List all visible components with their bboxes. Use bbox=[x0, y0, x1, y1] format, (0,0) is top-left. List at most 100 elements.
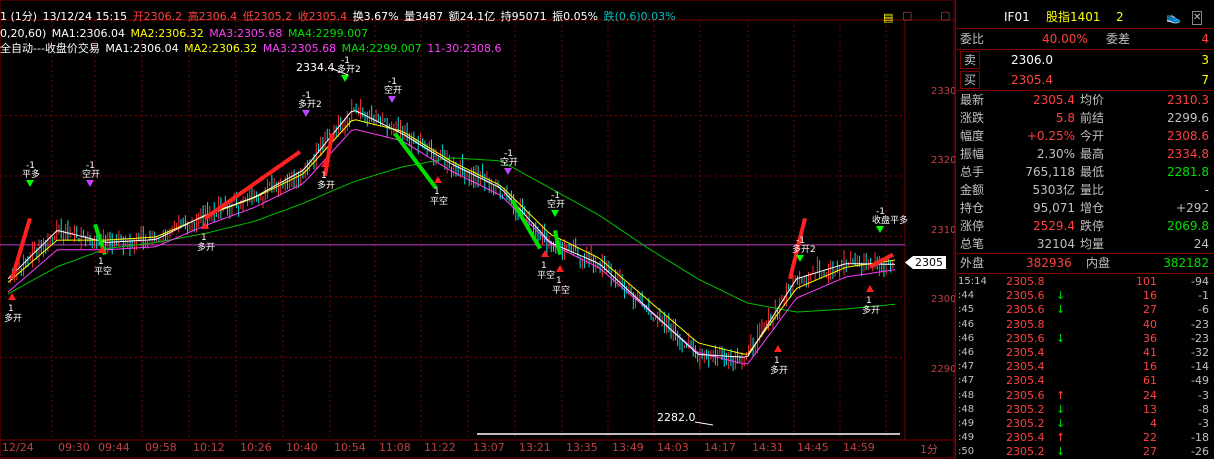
x-tick: 10:26 bbox=[240, 441, 272, 454]
signal-text: 多开 bbox=[770, 364, 788, 376]
tick-row[interactable]: :50 2305.2 ↓ 27 -26 bbox=[956, 445, 1214, 459]
shoe-icon[interactable]: 👟 bbox=[1166, 8, 1181, 26]
tick-change: -94 bbox=[1191, 275, 1209, 288]
buy-price[interactable]: 2305.4 bbox=[1011, 70, 1053, 90]
tick-change: -23 bbox=[1191, 317, 1209, 331]
signal-arrow-icon bbox=[341, 75, 349, 82]
tick-change: -14 bbox=[1191, 360, 1209, 374]
tick-row[interactable]: :49 2305.2 ↓ 4 -3 bbox=[956, 417, 1214, 431]
stat-value: +0.25% bbox=[1026, 129, 1075, 143]
notes-icon[interactable]: ▤ bbox=[883, 12, 893, 23]
signal-arrow-icon bbox=[388, 96, 396, 103]
signal-text: 多开 bbox=[317, 179, 335, 191]
maximize-icon[interactable]: ▢ bbox=[940, 10, 950, 21]
tick-time: 15:14 bbox=[958, 276, 987, 287]
tick-row[interactable]: :45 2305.6 ↓ 27 -6 bbox=[956, 303, 1214, 317]
ma2-value: MA2:2306.32 bbox=[130, 27, 204, 40]
minimize-icon[interactable]: ▢ bbox=[902, 10, 912, 21]
stat-label: 总笔 bbox=[960, 237, 985, 251]
x-tick: 14:03 bbox=[657, 441, 689, 454]
stat-value: 2069.8 bbox=[1167, 219, 1209, 233]
stats-row: 幅度 +0.25% 今开 2308.6 bbox=[956, 127, 1214, 145]
x-tick: 09:30 bbox=[58, 441, 90, 454]
stat-value: 24 bbox=[1193, 237, 1209, 251]
stat-value: 2310.3 bbox=[1167, 93, 1209, 107]
x-tick: 09:44 bbox=[98, 441, 130, 454]
signal-label: 1 bbox=[98, 257, 104, 267]
stat-label: 持仓 bbox=[960, 201, 985, 215]
tick-price: 2305.6 bbox=[1006, 388, 1045, 402]
volume-label: 量3487 bbox=[404, 10, 444, 23]
turnover-label: 换3.67% bbox=[352, 10, 399, 23]
x-tick: 11:08 bbox=[379, 441, 411, 454]
sell-price[interactable]: 2306.0 bbox=[1011, 50, 1053, 70]
tick-arrow-icon: ↓ bbox=[1056, 445, 1066, 459]
x-tick: 13:35 bbox=[566, 441, 598, 454]
weicha-label: 委差 bbox=[1106, 32, 1131, 46]
tick-row[interactable]: 15:14 2305.8 101 -94 bbox=[956, 275, 1214, 289]
stat-value: 2308.6 bbox=[1167, 129, 1209, 143]
low-leader bbox=[694, 421, 714, 426]
period-label: 1 (1分) bbox=[0, 10, 38, 23]
ma4-value-2: MA4:2299.007 bbox=[341, 42, 422, 55]
tick-change: -3 bbox=[1198, 417, 1209, 430]
tick-row[interactable]: :44 2305.6 ↓ 16 -1 bbox=[956, 289, 1214, 303]
tick-time: :46 bbox=[958, 332, 975, 344]
signal-arrow-icon bbox=[796, 255, 804, 262]
stat-value: 5303亿 bbox=[1032, 183, 1075, 197]
quote-summary-line: 1 (1分) 13/12/24 15:15 开2306.2 高2306.4 低2… bbox=[0, 10, 678, 23]
tick-price: 2305.6 bbox=[1006, 303, 1045, 317]
tick-row[interactable]: :47 2305.4 16 -14 bbox=[956, 360, 1214, 374]
instrument-code: IF01 bbox=[1004, 10, 1030, 24]
stat-label: 量比 bbox=[1080, 183, 1105, 197]
signal-arrow-icon bbox=[504, 168, 512, 175]
current-price-tag: 2305 bbox=[905, 256, 946, 269]
tick-volume: 27 bbox=[1143, 445, 1157, 459]
stat-label: 涨停 bbox=[960, 219, 985, 233]
tick-time: :44 bbox=[958, 290, 975, 302]
tick-row[interactable]: :46 2305.4 41 -32 bbox=[956, 346, 1214, 360]
signal-arrow-icon bbox=[551, 210, 559, 217]
ma2-value-2: MA2:2306.32 bbox=[184, 42, 258, 55]
tick-time: :50 bbox=[958, 446, 975, 458]
signal-arrow-icon bbox=[86, 180, 94, 187]
signal-text: 空开 bbox=[82, 168, 100, 180]
tick-row[interactable]: :49 2305.4 ↑ 22 -18 bbox=[956, 431, 1214, 445]
stat-value: 2.30% bbox=[1036, 147, 1075, 161]
strategy-label: 全自动---收盘价交易 bbox=[0, 42, 100, 55]
stat-label: 金额 bbox=[960, 183, 985, 197]
tick-row[interactable]: :46 2305.6 ↓ 36 -23 bbox=[956, 332, 1214, 346]
tick-change: -49 bbox=[1191, 374, 1209, 388]
period-selector[interactable]: 1分 bbox=[920, 441, 938, 457]
low-label: 低2305.2 bbox=[242, 10, 293, 23]
tick-row[interactable]: :47 2305.4 61 -49 bbox=[956, 374, 1214, 388]
signal-arrow-icon bbox=[866, 285, 874, 292]
buy-row[interactable]: 买 2305.4 7 bbox=[956, 70, 1214, 90]
tick-volume: 24 bbox=[1143, 388, 1157, 402]
sell-row[interactable]: 卖 2306.0 3 bbox=[956, 50, 1214, 70]
change-label: 跌(0.6)0.03% bbox=[603, 10, 676, 23]
stats-row: 持仓 95,071 增仓 +292 bbox=[956, 199, 1214, 217]
tick-row[interactable]: :48 2305.6 ↑ 24 -3 bbox=[956, 389, 1214, 403]
tick-time: :49 bbox=[958, 432, 975, 444]
stats-row: 振幅 2.30% 最高 2334.8 bbox=[956, 145, 1214, 163]
tick-arrow-icon: ↑ bbox=[1056, 388, 1066, 402]
signal-text: 空开 bbox=[547, 198, 565, 210]
tick-row[interactable]: :46 2305.8 40 -23 bbox=[956, 318, 1214, 332]
kline-chart[interactable]: -1平多-1空开1平空1多开-1多开21多开-1多开2-1空开1平空-1空开-1… bbox=[0, 0, 955, 459]
tick-arrow-icon: ↓ bbox=[1056, 289, 1066, 303]
kline-chart-area[interactable]: -1 平多 -1 空开 1 平空 1 多开 -1 多开2 1 多开 -1 多开2 -1 空开 1 平空 -1 空开 -1… bbox=[0, 0, 956, 459]
ref-line-value: 11-30:2308.6 bbox=[427, 42, 502, 55]
signal-arrow-icon bbox=[26, 180, 34, 187]
x-tick: 13:21 bbox=[519, 441, 551, 454]
tick-change: -1 bbox=[1198, 289, 1209, 303]
stat-value: 5.8 bbox=[1055, 111, 1075, 125]
tick-row[interactable]: :48 2305.2 ↓ 13 -8 bbox=[956, 403, 1214, 417]
stat-label: 最低 bbox=[1080, 165, 1105, 179]
stat-value: 32104 bbox=[1036, 237, 1075, 251]
signal-label: 1 bbox=[8, 304, 14, 314]
stat-label: 前结 bbox=[1080, 111, 1105, 125]
x-tick: 14:17 bbox=[704, 441, 736, 454]
close-icon[interactable]: ✕ bbox=[1192, 11, 1203, 25]
weibi-value: 40.00% bbox=[1042, 32, 1088, 46]
